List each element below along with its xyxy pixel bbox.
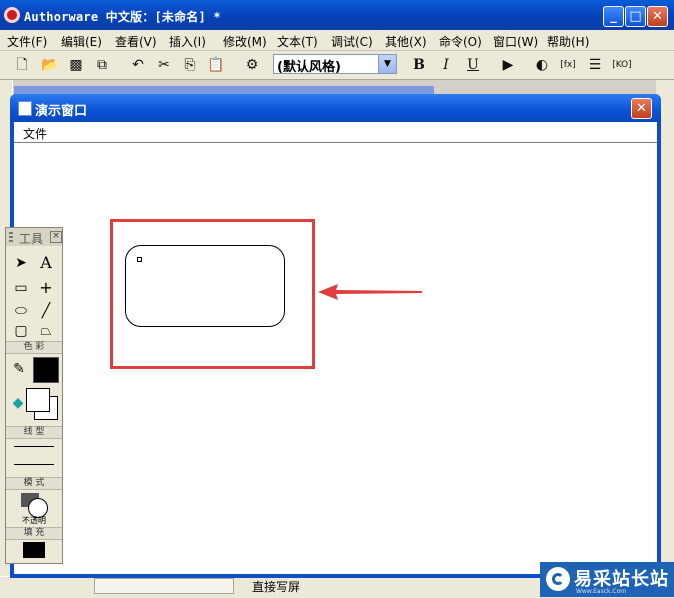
presentation-window-menubar: 文件	[14, 122, 657, 143]
presentation-window-close-button[interactable]: ✕	[631, 98, 652, 119]
cut-icon[interactable]: ✂	[154, 55, 174, 75]
import-icon[interactable]: ⧉	[92, 55, 112, 75]
functions-icon[interactable]: [fx]	[558, 55, 578, 75]
menu-file[interactable]: 文件(F)	[7, 33, 47, 50]
mode-value: 不透明	[22, 516, 46, 525]
fill-section-label: 填 充	[6, 527, 62, 540]
style-select-value: (默认风格)	[277, 60, 341, 75]
line-style-thin-alt[interactable]	[14, 464, 54, 465]
watermark-subtext: Www.Easck.Com	[576, 588, 627, 595]
toolbar: 🗋 📂 ▩ ⧉ ↶ ✂ ⎘ 📋 ⚙ (默认风格) ▼ B I U ▶ ◐ [fx…	[0, 51, 674, 80]
line-section-label: 线 型	[6, 426, 62, 439]
color-section-label: 色 彩	[6, 341, 62, 354]
pointer-tool-icon[interactable]: ➤	[10, 253, 32, 273]
tools-palette[interactable]: 工具 × ➤ A ▭ + ⬭ ╱ ▢ ⏢ 色 彩 ✎ ◆ 线 型 模 式 不透明…	[5, 227, 63, 564]
save-all-icon[interactable]: ▩	[66, 55, 86, 75]
rectangle-tool-icon[interactable]: ▭	[10, 278, 32, 298]
drag-grip-icon[interactable]	[9, 232, 13, 242]
menu-command[interactable]: 命令(O)	[439, 33, 482, 50]
style-select[interactable]: (默认风格) ▼	[273, 54, 397, 75]
minimize-button[interactable]: _	[603, 6, 624, 27]
crosshair-line-tool-icon[interactable]: +	[35, 278, 57, 298]
tools-palette-close-icon[interactable]: ×	[50, 231, 62, 243]
watermark-logo-icon	[546, 567, 570, 591]
watermark-logo-inner	[552, 573, 564, 585]
menu-modify[interactable]: 修改(M)	[223, 33, 267, 50]
menu-other[interactable]: 其他(X)	[385, 33, 427, 50]
variables-icon[interactable]: ☰	[585, 55, 605, 75]
paste-icon[interactable]: 📋	[206, 55, 226, 75]
menu-view[interactable]: 查看(V)	[115, 33, 157, 50]
menu-edit[interactable]: 编辑(E)	[61, 33, 102, 50]
presentation-window-titlebar[interactable]: 演示窗口 ✕	[10, 94, 661, 122]
tools-palette-header[interactable]: 工具 ×	[6, 228, 62, 246]
undo-icon[interactable]: ↶	[128, 55, 148, 75]
copy-icon[interactable]: ⎘	[180, 55, 200, 75]
knowledge-objects-icon[interactable]: [KO]	[612, 55, 632, 75]
line-style-thin[interactable]	[14, 446, 54, 447]
close-button[interactable]: ✕	[647, 6, 668, 27]
presentation-window-title: 演示窗口	[35, 104, 88, 119]
window-title: Authorware 中文版：[未命名] *	[24, 10, 221, 24]
background-bottom-text: 直接写屏	[252, 580, 301, 594]
menu-help[interactable]: 帮助(H)	[547, 33, 589, 50]
italic-button[interactable]: I	[436, 55, 456, 75]
underline-button[interactable]: U	[463, 55, 483, 75]
watermark-badge: 易采站长站 Www.Easck.Com	[540, 562, 674, 597]
menu-window[interactable]: 窗口(W)	[493, 33, 538, 50]
rounded-rectangle-tool-icon[interactable]: ▢	[10, 321, 32, 341]
pen-color-icon[interactable]: ✎	[8, 359, 30, 379]
new-file-icon[interactable]: 🗋	[12, 55, 32, 75]
menu-text[interactable]: 文本(T)	[277, 33, 318, 50]
restart-icon[interactable]: ▶	[498, 55, 518, 75]
menu-insert[interactable]: 插入(I)	[169, 33, 206, 50]
tools-palette-title: 工具	[19, 232, 44, 246]
annotation-arrow-icon	[318, 284, 422, 300]
chevron-down-icon[interactable]: ▼	[378, 55, 396, 73]
mode-section-label: 模 式	[6, 477, 62, 490]
presentation-menu-file[interactable]: 文件	[23, 125, 47, 142]
polygon-tool-icon[interactable]: ⏢	[35, 321, 57, 341]
maximize-button[interactable]: □	[625, 6, 646, 27]
find-icon[interactable]: ⚙	[242, 55, 262, 75]
bold-button[interactable]: B	[409, 55, 429, 75]
background-field	[94, 578, 234, 594]
authorware-app-icon	[4, 7, 20, 23]
presentation-window-icon	[18, 101, 32, 116]
menu-debug[interactable]: 调试(C)	[331, 33, 373, 50]
text-tool-icon[interactable]: A	[35, 253, 57, 273]
diagonal-line-tool-icon[interactable]: ╱	[35, 301, 57, 321]
fill-pattern-swatch[interactable]	[23, 542, 45, 558]
annotation-highlight-box	[110, 219, 315, 369]
ellipse-tool-icon[interactable]: ⬭	[10, 301, 32, 321]
menubar: 文件(F) 编辑(E) 查看(V) 插入(I) 修改(M) 文本(T) 调试(C…	[0, 30, 674, 51]
foreground-color-swatch[interactable]	[26, 388, 50, 412]
stroke-color-swatch[interactable]	[33, 357, 59, 383]
open-folder-icon[interactable]: 📂	[40, 55, 60, 75]
main-titlebar[interactable]: Authorware 中文版：[未命名] * _ □ ✕	[0, 0, 674, 30]
control-panel-icon[interactable]: ◐	[532, 55, 552, 75]
